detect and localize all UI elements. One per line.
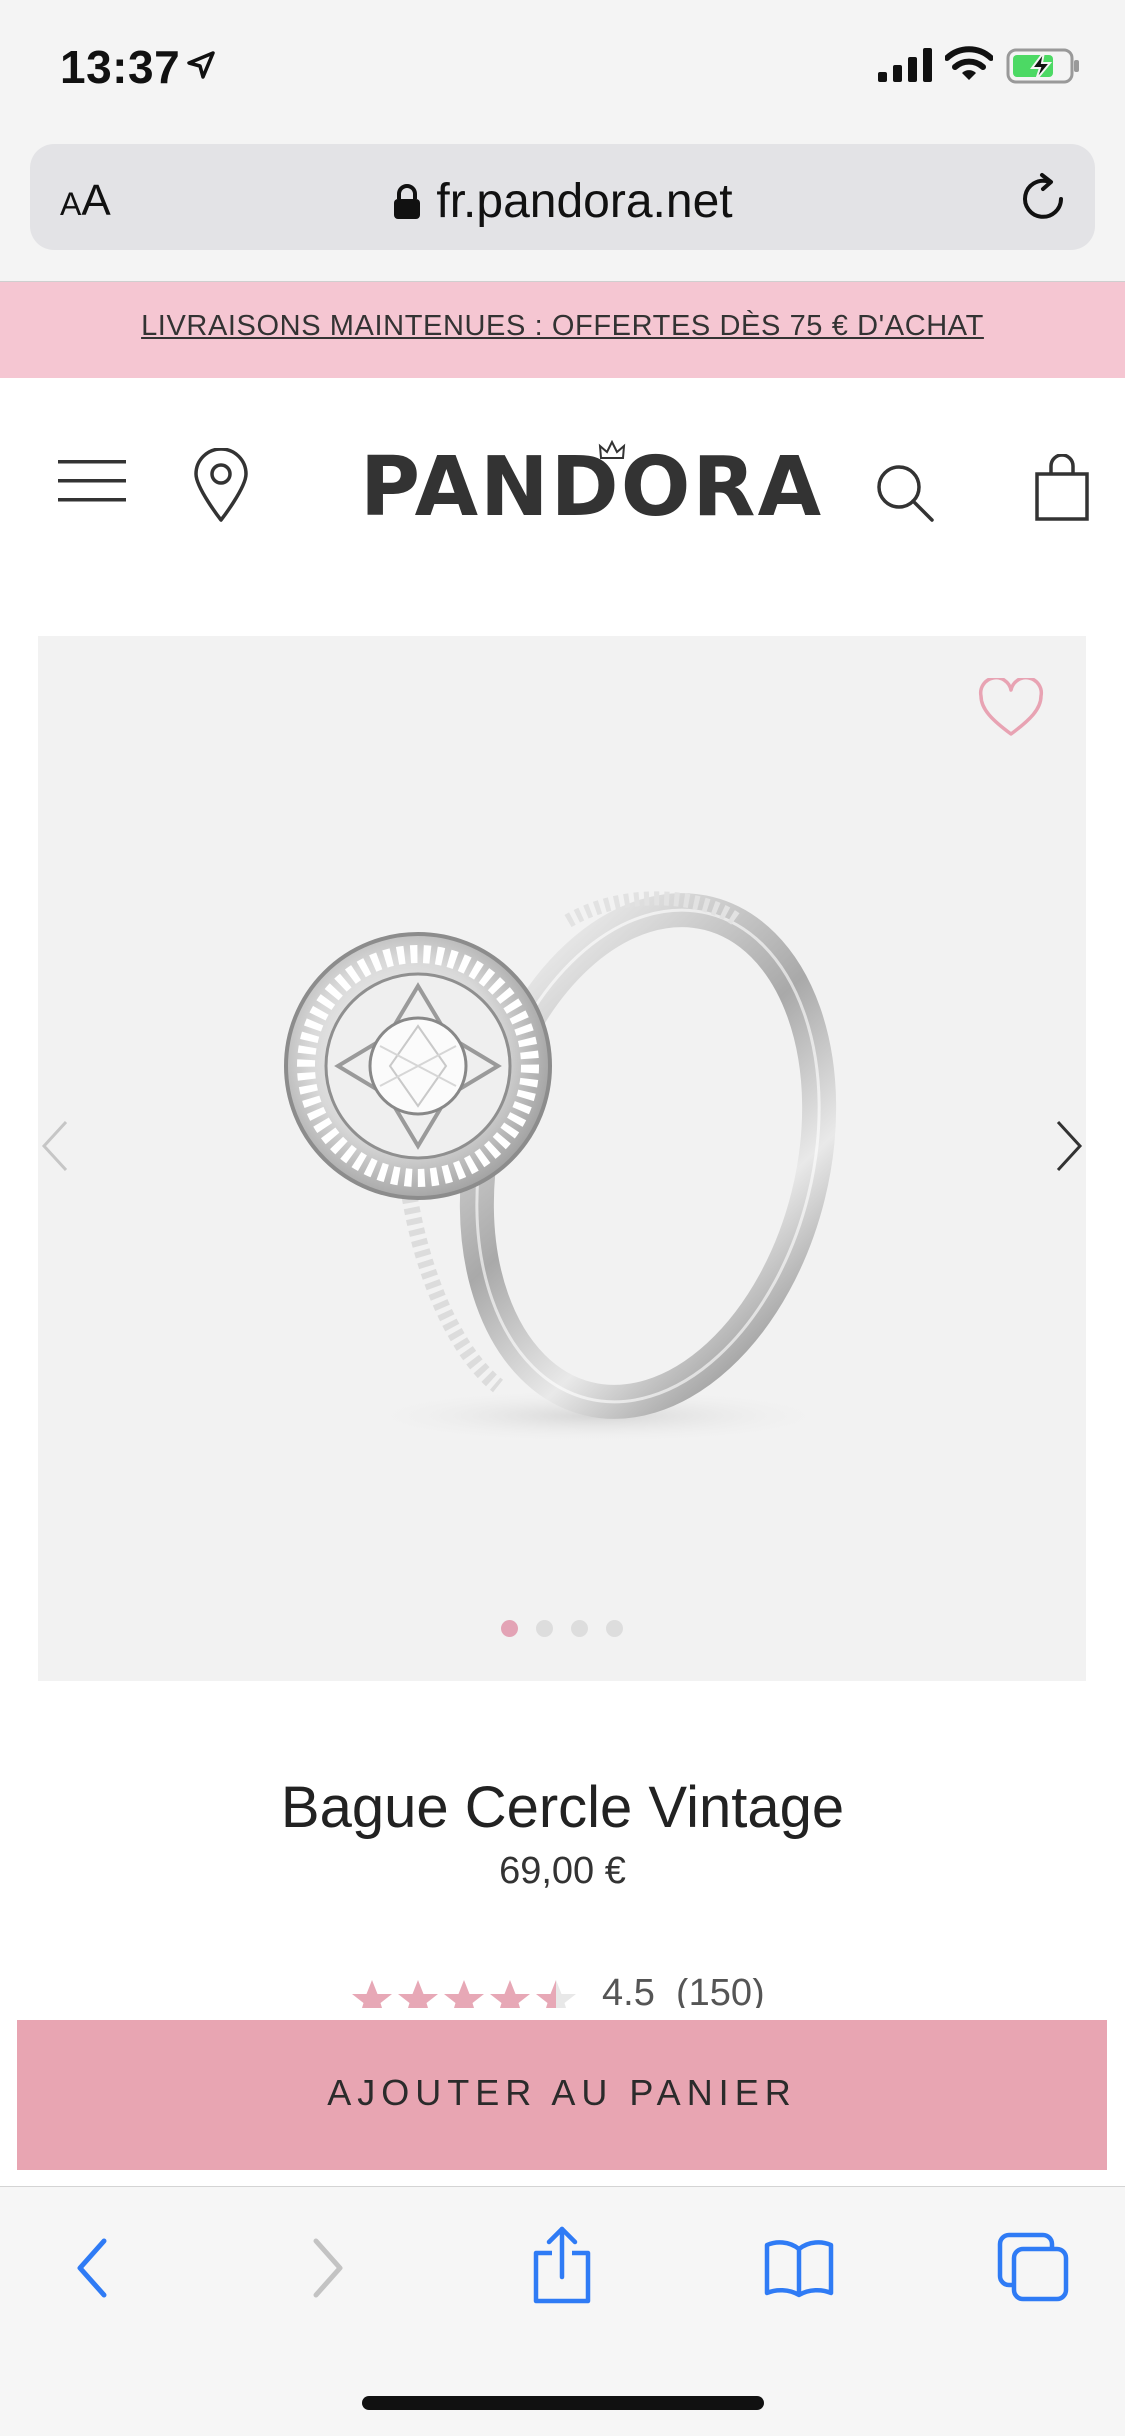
tabs-icon[interactable] bbox=[996, 2231, 1070, 2303]
rating-text: 4.5 (150) bbox=[602, 1978, 765, 2008]
pandora-logo[interactable]: PANDORA bbox=[360, 438, 821, 538]
rating-stars-icon bbox=[352, 1980, 576, 2008]
url-text: fr.pandora.net bbox=[436, 175, 733, 228]
menu-icon[interactable] bbox=[58, 458, 128, 504]
search-icon[interactable] bbox=[874, 462, 936, 524]
forward-icon[interactable] bbox=[302, 2233, 352, 2303]
carousel-dot[interactable] bbox=[571, 1620, 588, 1637]
carousel-dot[interactable] bbox=[501, 1620, 518, 1637]
url-display[interactable]: fr.pandora.net bbox=[30, 174, 1095, 229]
back-icon[interactable] bbox=[68, 2233, 118, 2303]
site-header: PANDORA bbox=[0, 378, 1125, 598]
carousel-dot[interactable] bbox=[536, 1620, 553, 1637]
chevron-left-icon[interactable] bbox=[38, 1116, 72, 1176]
status-bar: 13:37 bbox=[0, 0, 1125, 140]
address-bar[interactable]: AA fr.pandora.net bbox=[30, 144, 1095, 250]
reload-icon[interactable] bbox=[1017, 172, 1069, 224]
carousel-dot[interactable] bbox=[606, 1620, 623, 1637]
product-image-gallery[interactable] bbox=[38, 636, 1086, 1681]
add-to-cart-label: AJOUTER AU PANIER bbox=[327, 2072, 797, 2113]
home-indicator[interactable] bbox=[362, 2396, 764, 2410]
promo-text[interactable]: LIVRAISONS MAINTENUES : OFFERTES DÈS 75 … bbox=[141, 310, 984, 343]
shopping-bag-icon[interactable] bbox=[1034, 454, 1090, 522]
bookmarks-icon[interactable] bbox=[764, 2237, 834, 2299]
promo-banner[interactable]: LIVRAISONS MAINTENUES : OFFERTES DÈS 75 … bbox=[0, 282, 1125, 378]
product-name: Bague Cercle Vintage bbox=[280, 1775, 845, 1840]
add-to-cart-button[interactable]: AJOUTER AU PANIER bbox=[17, 2020, 1107, 2170]
chevron-right-icon[interactable] bbox=[1052, 1116, 1086, 1176]
product-image bbox=[284, 891, 838, 1444]
logo-text: PANDORA bbox=[360, 440, 824, 535]
share-icon[interactable] bbox=[530, 2225, 594, 2305]
carousel-pagination[interactable] bbox=[38, 1620, 1086, 1642]
lock-icon bbox=[394, 184, 421, 219]
store-locator-pin-icon[interactable] bbox=[190, 448, 252, 524]
review-count: (150) bbox=[675, 1978, 765, 2008]
product-rating[interactable]: 4.5 (150) bbox=[350, 1978, 770, 2008]
rating-value: 4.5 bbox=[602, 1978, 655, 2008]
wifi-icon bbox=[945, 46, 993, 80]
cellular-signal-icon bbox=[878, 48, 932, 82]
browser-address-area: AA fr.pandora.net bbox=[0, 140, 1125, 282]
product-price: 69,00 € bbox=[499, 1850, 626, 1892]
battery-charging-icon bbox=[1006, 48, 1079, 84]
status-time: 13:37 bbox=[60, 41, 181, 93]
heart-icon[interactable] bbox=[978, 678, 1044, 738]
location-arrow-icon bbox=[187, 51, 215, 79]
crown-icon bbox=[598, 440, 626, 459]
